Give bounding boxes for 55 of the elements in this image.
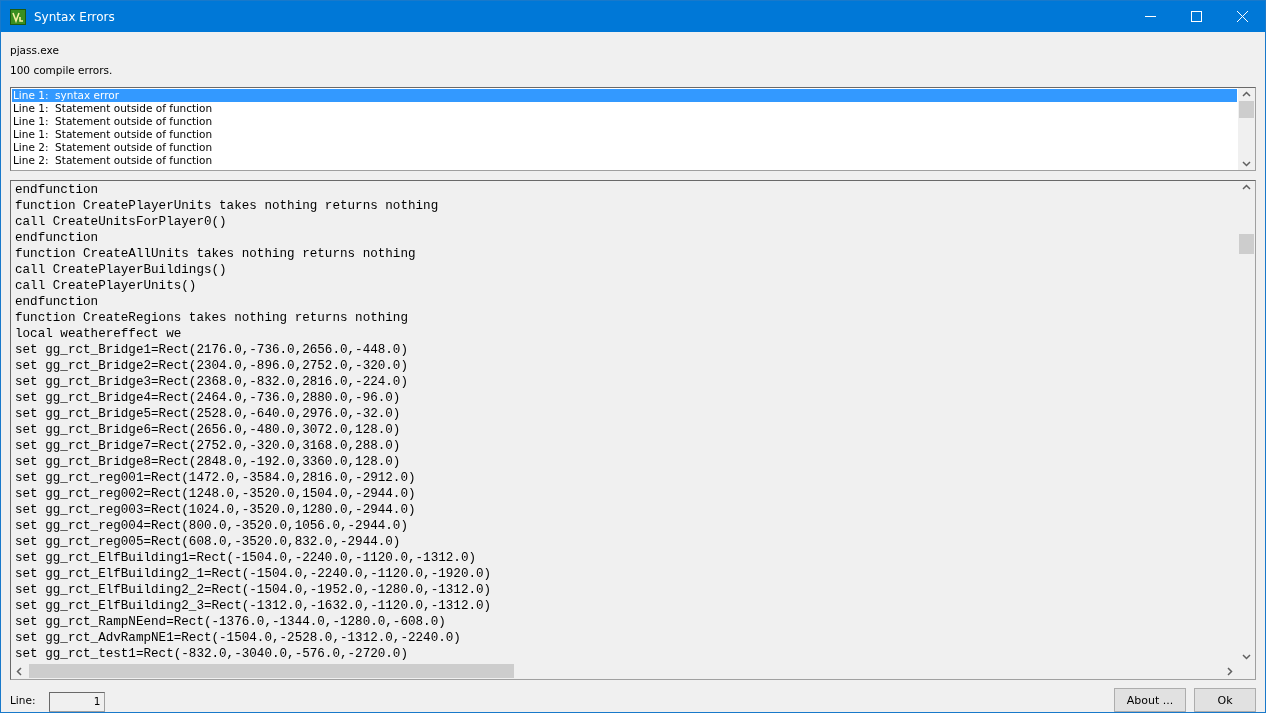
app-icon <box>10 8 26 25</box>
ok-button[interactable]: Ok <box>1194 688 1256 712</box>
compiler-name: pjass.exe <box>10 44 59 56</box>
code-line: call CreateUnitsForPlayer0() <box>15 214 228 230</box>
code-line: endfunction <box>15 294 100 310</box>
error-item[interactable]: Line 1: Statement outside of function <box>12 128 1237 141</box>
line-field[interactable]: 1 <box>49 692 106 712</box>
about-button[interactable]: About ... <box>1114 688 1186 712</box>
code-line: function CreatePlayerUnits takes nothing returns nothing <box>15 198 440 214</box>
code-line: set gg_rct_reg005=Rect(608.0,-3520.0,832.0,-2944.0) <box>15 534 402 550</box>
code-line: endfunction <box>15 182 100 198</box>
error-item[interactable]: Line 1: Statement outside of function <box>12 115 1237 128</box>
scroll-thumb[interactable] <box>1239 101 1254 118</box>
code-line: set gg_rct_Bridge4=Rect(2464.0,-736.0,2880.0,-96.0) <box>15 390 402 406</box>
scroll-up-icon[interactable] <box>1242 91 1251 97</box>
scroll-thumb[interactable] <box>1239 234 1254 254</box>
code-line: set gg_rct_reg004=Rect(800.0,-3520.0,1056.0,-2944.0) <box>15 518 409 534</box>
code-line: set gg_rct_reg002=Rect(1248.0,-3520.0,1504.0,-2944.0) <box>15 486 417 502</box>
error-item[interactable]: Line 2: Statement outside of function <box>12 154 1237 167</box>
code-line: set gg_rct_reg003=Rect(1024.0,-3520.0,1280.0,-2944.0) <box>15 502 417 518</box>
code-line: set gg_rct_Bridge8=Rect(2848.0,-192.0,3360.0,128.0) <box>15 454 402 470</box>
code-line: set gg_rct_Bridge5=Rect(2528.0,-640.0,2976.0,-32.0) <box>15 406 402 422</box>
code-line: set gg_rct_ElfBuilding2_2=Rect(-1504.0,-1952.0,-1280.0,-1312.0) <box>15 582 493 598</box>
maximize-icon <box>1190 11 1202 22</box>
code-line: set gg_rct_ElfBuilding2_1=Rect(-1504.0,-2240.0,-1120.0,-1920.0) <box>15 566 493 582</box>
code-line: endfunction <box>15 230 100 246</box>
code-line: set gg_rct_test1=Rect(-832.0,-3040.0,-576.0,-2720.0) <box>15 646 409 662</box>
close-icon <box>1236 11 1248 22</box>
error-item[interactable]: Line 1: Statement outside of function <box>12 102 1237 115</box>
code-line: function CreateAllUnits takes nothing returns nothing <box>15 246 417 262</box>
code-line: set gg_rct_ElfBuilding1=Rect(-1504.0,-2240.0,-1120.0,-1312.0) <box>15 550 477 566</box>
code-line: local weathereffect we <box>15 326 183 342</box>
vertical-scrollbar[interactable] <box>1238 88 1255 170</box>
line-label: Line: <box>10 694 36 706</box>
scroll-thumb[interactable] <box>29 664 514 678</box>
code-line: function CreateRegions takes nothing returns nothing <box>15 310 409 326</box>
scroll-down-icon[interactable] <box>1242 161 1251 167</box>
scroll-right-icon[interactable] <box>1227 666 1233 676</box>
error-summary: 100 compile errors. <box>10 64 113 76</box>
code-line: set gg_rct_Bridge2=Rect(2304.0,-896.0,2752.0,-320.0) <box>15 358 409 374</box>
code-line: set gg_rct_AdvRampNE1=Rect(-1504.0,-2528.0,-1312.0,-2240.0) <box>15 630 462 646</box>
window-title: Syntax Errors <box>34 9 116 24</box>
code-line: set gg_rct_RampNEend=Rect(-1376.0,-1344.0,-1280.0,-608.0) <box>15 614 447 630</box>
code-line: set gg_rct_ElfBuilding2_3=Rect(-1312.0,-1632.0,-1120.0,-1312.0) <box>15 598 493 614</box>
code-line: set gg_rct_Bridge7=Rect(2752.0,-320.0,3168.0,288.0) <box>15 438 402 454</box>
scroll-up-icon[interactable] <box>1242 184 1251 190</box>
scroll-left-icon[interactable] <box>16 666 22 676</box>
code-line: set gg_rct_Bridge6=Rect(2656.0,-480.0,3072.0,128.0) <box>15 422 402 438</box>
code-line: set gg_rct_Bridge1=Rect(2176.0,-736.0,2656.0,-448.0) <box>15 342 409 358</box>
code-line: set gg_rct_reg001=Rect(1472.0,-3584.0,2816.0,-2912.0) <box>15 470 417 486</box>
code-line: call CreatePlayerBuildings() <box>15 262 228 278</box>
code-line: call CreatePlayerUnits() <box>15 278 198 294</box>
code-line: set gg_rct_Bridge3=Rect(2368.0,-832.0,2816.0,-224.0) <box>15 374 409 390</box>
error-item[interactable]: Line 2: Statement outside of function <box>12 141 1237 154</box>
scroll-down-icon[interactable] <box>1242 654 1251 660</box>
